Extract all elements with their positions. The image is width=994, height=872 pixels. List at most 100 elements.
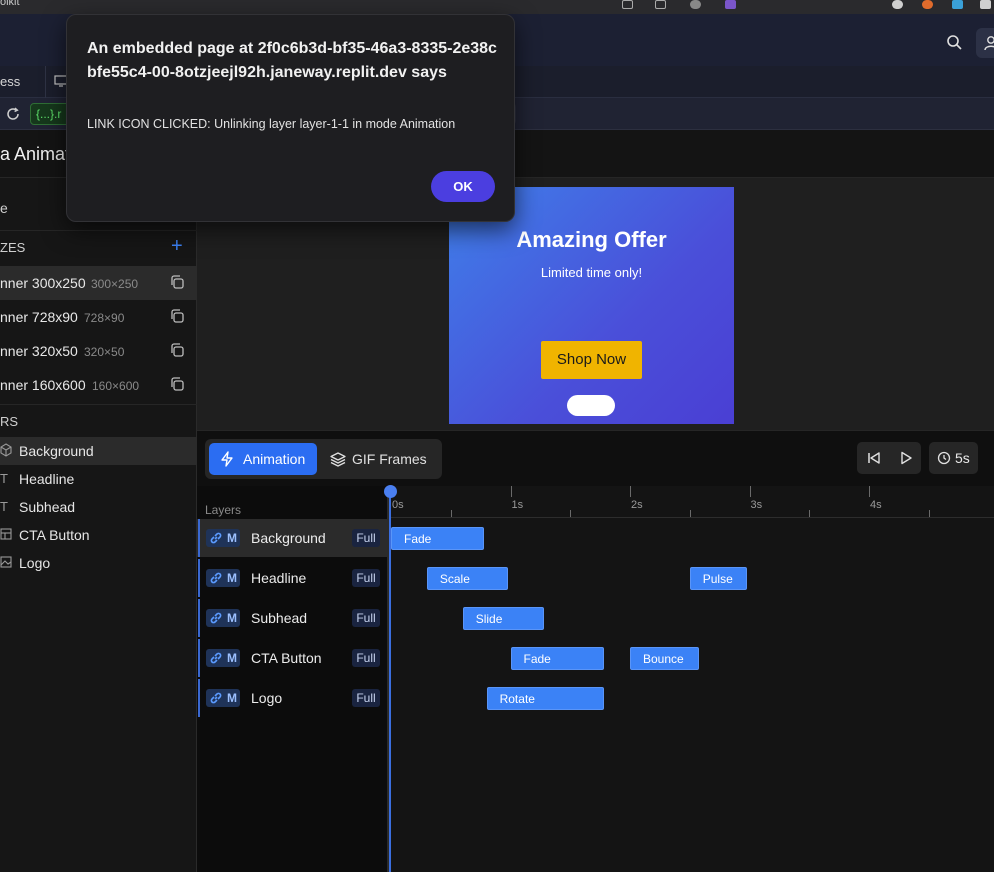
- sizes-section-header: ZES +: [0, 230, 197, 264]
- animation-mode-button[interactable]: Animation: [209, 443, 317, 475]
- row-accent: [198, 599, 200, 637]
- mode-letter: M: [227, 691, 237, 705]
- animation-clip[interactable]: Scale: [426, 567, 509, 590]
- playhead-handle[interactable]: [384, 485, 397, 498]
- link-icon[interactable]: [209, 531, 223, 545]
- timeline-track-area[interactable]: Fade Scale Pulse Slide Fade Bounce Rotate: [389, 486, 994, 872]
- timeline-row[interactable]: M Background Full: [197, 519, 387, 557]
- size-item-300x250[interactable]: nner 300x250 300×250: [0, 266, 197, 300]
- link-icon[interactable]: [209, 571, 223, 585]
- timeline-row[interactable]: M CTA Button Full: [197, 639, 387, 677]
- size-item-dims: 160×600: [92, 379, 140, 393]
- ruler-tick-label: 4s: [870, 499, 882, 511]
- search-icon[interactable]: [946, 34, 962, 50]
- image-icon: [0, 556, 12, 568]
- ruler-tick-label: 0s: [392, 499, 404, 511]
- ruler-major-tick: [510, 486, 512, 497]
- os-menu-icon[interactable]: [980, 0, 991, 9]
- banner-subhead[interactable]: Limited time only!: [449, 265, 734, 280]
- user-menu-button[interactable]: [976, 28, 994, 58]
- layer-item-logo[interactable]: Logo: [0, 549, 197, 577]
- timeline-row-label: Background: [251, 530, 326, 546]
- banner-logo[interactable]: [567, 395, 615, 416]
- size-item-320x50[interactable]: nner 320x50 320×50: [0, 334, 197, 368]
- gif-frames-mode-button[interactable]: GIF Frames: [323, 443, 438, 475]
- duration-button[interactable]: 5s: [929, 442, 978, 474]
- layer-item-label: Headline: [19, 471, 75, 487]
- animation-clip[interactable]: Fade: [391, 527, 485, 550]
- range-badge[interactable]: Full: [352, 689, 380, 707]
- range-badge[interactable]: Full: [352, 529, 380, 547]
- gif-frames-mode-label: GIF Frames: [352, 451, 427, 467]
- add-size-icon[interactable]: +: [171, 235, 183, 258]
- row-accent: [198, 559, 200, 597]
- layer-link-mode-button[interactable]: M: [206, 689, 240, 707]
- layer-link-mode-button[interactable]: M: [206, 569, 240, 587]
- banner-cta-button[interactable]: Shop Now: [541, 341, 642, 379]
- reload-icon[interactable]: [6, 107, 20, 121]
- range-badge[interactable]: Full: [352, 649, 380, 667]
- timeline-row[interactable]: M Headline Full: [197, 559, 387, 597]
- layer-item-cta-button[interactable]: CTA Button: [0, 521, 197, 549]
- timeline-row-label: Headline: [251, 570, 307, 586]
- os-app-title: olkit: [0, 0, 20, 8]
- tab-divider: [45, 66, 46, 98]
- playhead-line[interactable]: [389, 490, 391, 872]
- banner-headline[interactable]: Amazing Offer: [449, 227, 734, 253]
- link-icon[interactable]: [209, 611, 223, 625]
- link-icon[interactable]: [209, 651, 223, 665]
- range-badge[interactable]: Full: [352, 569, 380, 587]
- layers-header-label: RS: [0, 414, 19, 429]
- os-orange-extension-icon[interactable]: [922, 0, 933, 9]
- os-profile-icon[interactable]: [892, 0, 903, 9]
- tab-fragment[interactable]: ess: [0, 74, 20, 89]
- timeline-row[interactable]: M Logo Full: [197, 679, 387, 717]
- size-item-dims: 300×250: [91, 277, 139, 291]
- animation-clip[interactable]: Pulse: [689, 567, 748, 590]
- os-blue-extension-icon[interactable]: [952, 0, 963, 9]
- clip-label: Fade: [404, 532, 432, 546]
- skip-back-icon[interactable]: [867, 451, 881, 465]
- copy-icon[interactable]: [170, 309, 184, 323]
- os-extension-icon[interactable]: [725, 0, 736, 9]
- ok-button[interactable]: OK: [431, 171, 495, 202]
- os-window-icon[interactable]: [622, 0, 633, 9]
- copy-icon[interactable]: [170, 275, 184, 289]
- url-badge[interactable]: {...}.r: [30, 103, 70, 125]
- mode-letter: M: [227, 571, 237, 585]
- clip-label: Rotate: [499, 692, 535, 706]
- size-item-dims: 320×50: [84, 345, 125, 359]
- ruler-tick-label: 2s: [631, 499, 643, 511]
- animation-clip[interactable]: Bounce: [630, 647, 700, 670]
- layer-item-label: Background: [19, 443, 94, 459]
- layer-link-mode-button[interactable]: M: [206, 649, 240, 667]
- size-item-728x90[interactable]: nner 728x90 728×90: [0, 300, 197, 334]
- layer-item-headline[interactable]: T Headline: [0, 465, 197, 493]
- row-accent: [198, 639, 200, 677]
- copy-icon[interactable]: [170, 377, 184, 391]
- size-item-160x600[interactable]: nner 160x600 160×600: [0, 368, 197, 402]
- sidebar: e ZES + nner 300x250 300×250 nner 728x90…: [0, 178, 197, 872]
- layer-item-subhead[interactable]: T Subhead: [0, 493, 197, 521]
- range-badge[interactable]: Full: [352, 609, 380, 627]
- animation-clip[interactable]: Fade: [510, 647, 604, 670]
- timeline-row[interactable]: M Subhead Full: [197, 599, 387, 637]
- copy-icon[interactable]: [170, 343, 184, 357]
- ruler-minor-tick: [570, 510, 572, 517]
- animation-mode-label: Animation: [243, 451, 306, 467]
- layer-item-background[interactable]: Background: [0, 437, 197, 465]
- timeline-ruler[interactable]: 0s 1s 2s 3s 4s: [389, 486, 994, 518]
- play-icon[interactable]: [899, 451, 913, 465]
- banner-preview[interactable]: Amazing Offer Limited time only! Shop No…: [449, 187, 734, 424]
- link-icon[interactable]: [209, 691, 223, 705]
- os-shield-icon[interactable]: [690, 0, 701, 9]
- layer-link-mode-button[interactable]: M: [206, 609, 240, 627]
- layer-item-label: Logo: [19, 555, 51, 571]
- os-tab-icon[interactable]: [655, 0, 666, 9]
- animation-clip[interactable]: Slide: [462, 607, 544, 630]
- animation-clip[interactable]: Rotate: [486, 687, 604, 710]
- layers-section-header: RS: [0, 404, 197, 438]
- text-icon: T: [0, 471, 8, 486]
- layer-link-mode-button[interactable]: M: [206, 529, 240, 547]
- layer-item-label: CTA Button: [19, 527, 90, 543]
